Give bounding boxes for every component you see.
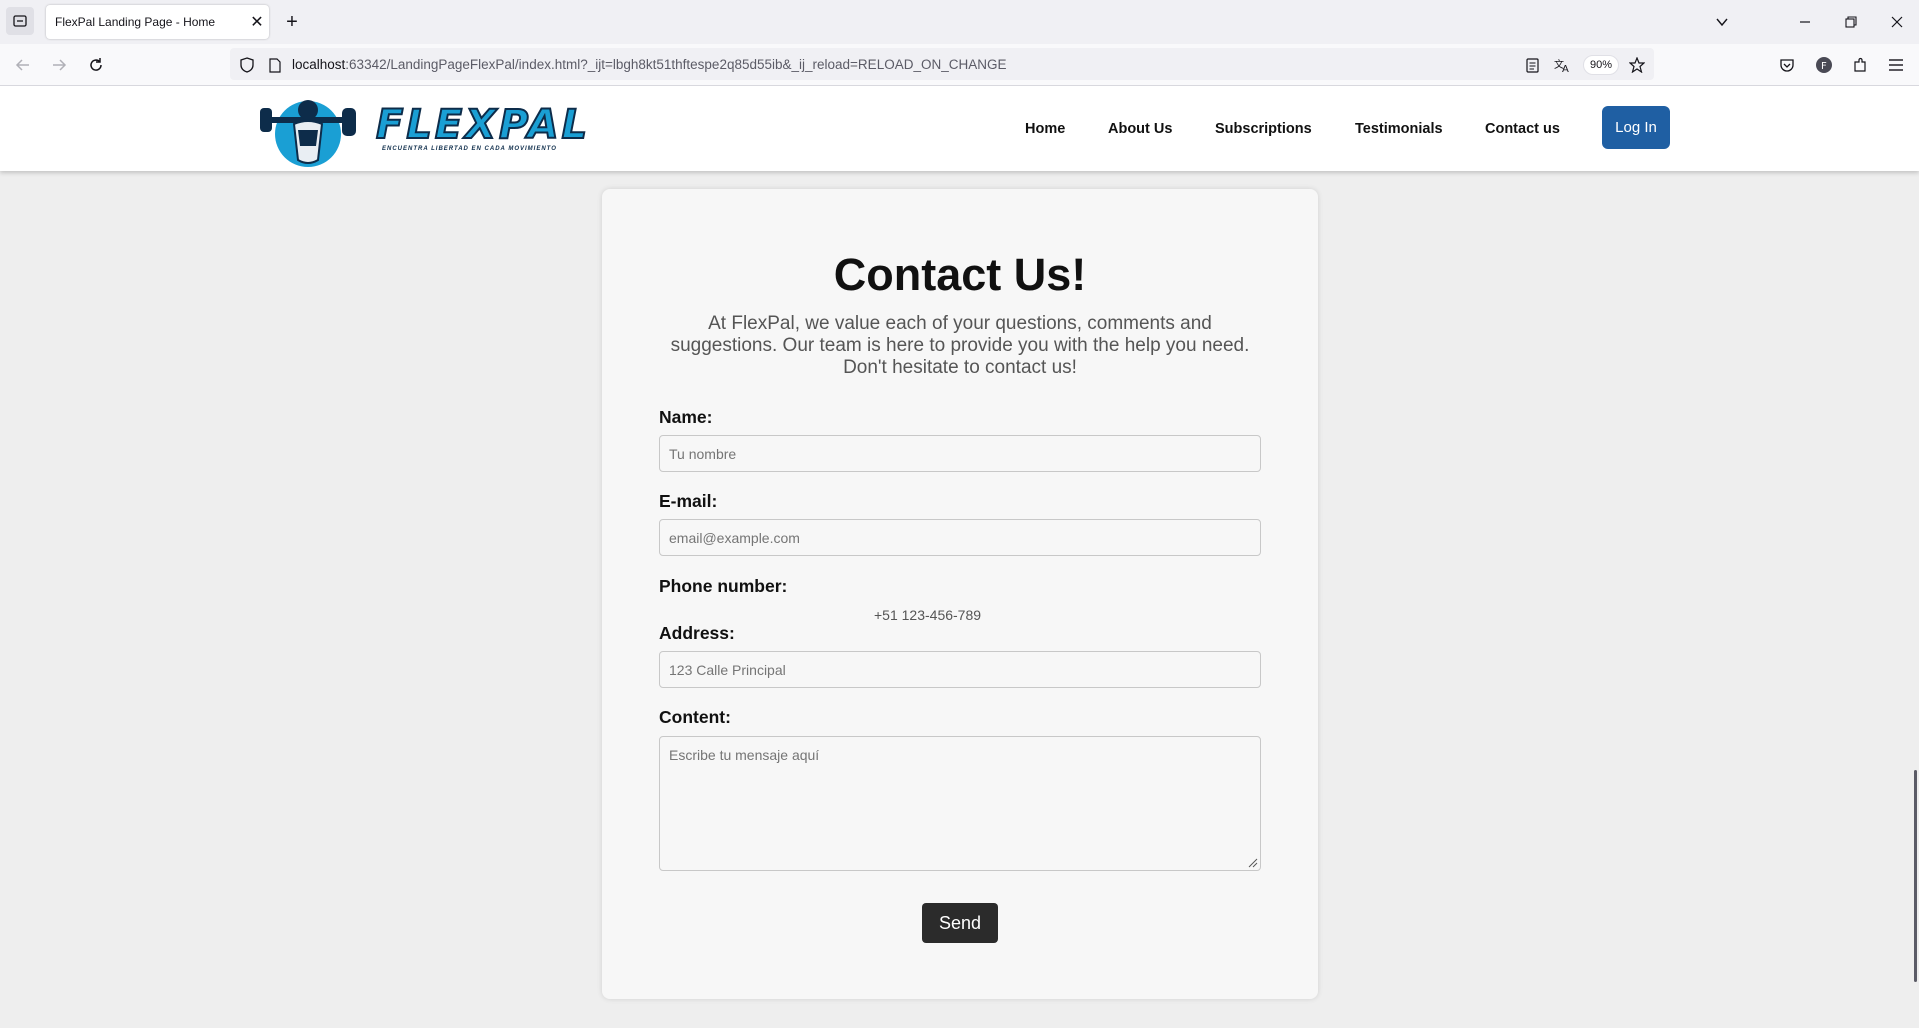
email-input[interactable]: email@example.com <box>659 519 1261 556</box>
flexpal-logo[interactable]: FLEXPAL ENCUENTRA LIBERTAD EN CADA MOVIM… <box>258 90 592 170</box>
forward-icon[interactable] <box>46 52 72 78</box>
url-host: localhost <box>292 57 346 72</box>
reader-view-icon[interactable] <box>1523 56 1541 74</box>
back-icon[interactable] <box>10 52 36 78</box>
new-tab-icon[interactable]: + <box>280 10 304 34</box>
minimize-icon[interactable] <box>1793 10 1817 34</box>
pocket-icon[interactable] <box>1775 53 1799 77</box>
tab-list-icon <box>13 15 27 27</box>
restore-icon[interactable] <box>1839 10 1863 34</box>
svg-text:A: A <box>1562 64 1569 73</box>
contact-intro: At FlexPal, we value each of your questi… <box>670 313 1250 378</box>
close-icon[interactable]: ✕ <box>245 12 269 32</box>
phone-input[interactable]: +51 123-456-789 <box>874 607 981 623</box>
logo-wordmark: FLEXPAL <box>375 101 591 149</box>
page-icon[interactable] <box>266 56 284 74</box>
shield-icon[interactable] <box>238 56 256 74</box>
content-placeholder: Escribe tu mensaje aquí <box>669 747 820 763</box>
nav-subscriptions[interactable]: Subscriptions <box>1215 121 1312 137</box>
resize-handle-icon[interactable] <box>1246 856 1258 868</box>
nav-home[interactable]: Home <box>1025 121 1065 137</box>
nav-testimonials[interactable]: Testimonials <box>1355 121 1443 137</box>
reload-icon[interactable] <box>83 52 109 78</box>
phone-label: Phone number: <box>659 576 788 596</box>
star-icon[interactable] <box>1628 56 1646 74</box>
send-button[interactable]: Send <box>922 903 998 943</box>
page-scrollbar-thumb[interactable] <box>1914 770 1917 982</box>
account-avatar-icon[interactable]: F <box>1812 53 1836 77</box>
svg-text:F: F <box>1821 61 1827 72</box>
close-window-icon[interactable] <box>1885 10 1909 34</box>
content-textarea[interactable]: Escribe tu mensaje aquí <box>659 736 1261 871</box>
name-input[interactable]: Tu nombre <box>659 435 1261 472</box>
contact-title: Contact Us! <box>833 249 1087 300</box>
login-button[interactable]: Log In <box>1602 106 1670 149</box>
nav-contact-us[interactable]: Contact us <box>1485 121 1560 137</box>
logo-tagline: ENCUENTRA LIBERTAD EN CADA MOVIMIENTO <box>382 146 557 152</box>
chevron-down-icon[interactable] <box>1710 10 1734 34</box>
athlete-mascot-icon <box>260 100 356 167</box>
zoom-level-badge[interactable]: 90% <box>1583 55 1619 75</box>
menu-icon[interactable] <box>1884 53 1908 77</box>
browser-nav-bar: localhost:63342/LandingPageFlexPal/index… <box>0 44 1919 86</box>
url-text[interactable]: localhost:63342/LandingPageFlexPal/index… <box>292 57 1006 72</box>
translate-icon[interactable]: 文A <box>1553 56 1571 74</box>
site-header: FLEXPAL ENCUENTRA LIBERTAD EN CADA MOVIM… <box>0 86 1919 171</box>
content-label: Content: <box>659 707 731 727</box>
browser-tab-bar: FlexPal Landing Page - Home ✕ + <box>0 0 1919 44</box>
address-input[interactable]: 123 Calle Principal <box>659 651 1261 688</box>
page-viewport: FLEXPAL ENCUENTRA LIBERTAD EN CADA MOVIM… <box>0 86 1919 1028</box>
name-label: Name: <box>659 407 713 427</box>
url-bar[interactable]: localhost:63342/LandingPageFlexPal/index… <box>230 48 1654 80</box>
email-label: E-mail: <box>659 491 718 511</box>
contact-form-card: Contact Us! At FlexPal, we value each of… <box>602 189 1318 999</box>
tab-title: FlexPal Landing Page - Home <box>55 15 216 29</box>
tab-list-button[interactable] <box>6 7 34 35</box>
extensions-icon[interactable] <box>1848 53 1872 77</box>
address-label: Address: <box>659 623 735 643</box>
url-path: :63342/LandingPageFlexPal/index.html?_ij… <box>345 57 1007 72</box>
browser-tab[interactable]: FlexPal Landing Page - Home ✕ <box>46 5 269 39</box>
nav-about-us[interactable]: About Us <box>1108 121 1172 137</box>
